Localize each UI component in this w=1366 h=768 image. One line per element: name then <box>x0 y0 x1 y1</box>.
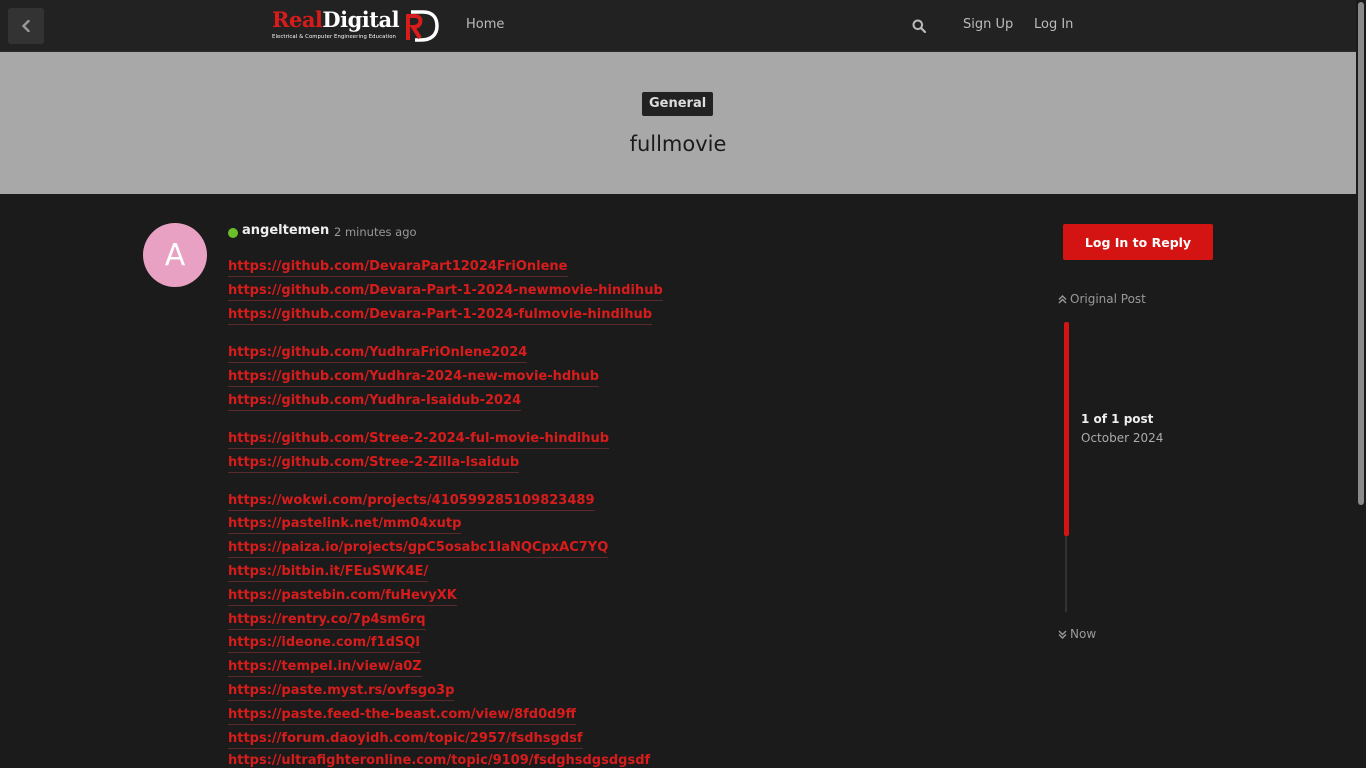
post-link[interactable]: https://github.com/DevaraPart12024FriOnl… <box>228 258 568 277</box>
post-username[interactable]: angeltemen <box>242 223 329 238</box>
online-status-icon <box>228 228 238 238</box>
original-post-link[interactable]: Original Post <box>1058 292 1146 306</box>
search-icon <box>912 19 926 33</box>
double-chevron-up-icon <box>1058 295 1067 304</box>
post-link[interactable]: https://paiza.io/projects/gpC5osabc1IaNQ… <box>228 539 609 558</box>
now-label: Now <box>1070 627 1097 641</box>
post-link[interactable]: https://rentry.co/7p4sm6rq <box>228 611 426 630</box>
post-link[interactable]: https://forum.daoyidh.com/topic/2957/fsd… <box>228 730 583 749</box>
timeline-post-count: 1 of 1 post <box>1081 412 1154 426</box>
login-button[interactable]: Log In <box>1034 17 1073 32</box>
logo-mark-icon <box>406 10 439 42</box>
page-scrollbar[interactable] <box>1356 0 1366 768</box>
timeline-handle[interactable] <box>1064 322 1069 536</box>
avatar[interactable]: A <box>143 223 207 287</box>
post-link[interactable]: https://ultrafighteronline.com/topic/910… <box>228 752 650 768</box>
site-logo[interactable]: RealDigital Electrical & Computer Engine… <box>272 7 440 44</box>
signup-button[interactable]: Sign Up <box>963 17 1013 32</box>
post-link[interactable]: https://github.com/Devara-Part-1-2024-ne… <box>228 282 663 301</box>
topic-banner: General fullmovie <box>0 52 1356 194</box>
category-badge[interactable]: General <box>642 92 714 116</box>
post-link[interactable]: https://paste.myst.rs/ovfsgo3p <box>228 682 455 701</box>
post-link[interactable]: https://github.com/Devara-Part-1-2024-fu… <box>228 306 653 325</box>
post-link[interactable]: https://tempel.in/view/a0Z <box>228 658 422 677</box>
logo-tagline: Electrical & Computer Engineering Educat… <box>272 34 396 40</box>
site-header: RealDigital Electrical & Computer Engine… <box>0 0 1356 52</box>
post-link[interactable]: https://wokwi.com/projects/4105992851098… <box>228 492 595 511</box>
post-link[interactable]: https://ideone.com/f1dSQI <box>228 634 421 653</box>
post-link[interactable]: https://paste.feed-the-beast.com/view/8f… <box>228 706 577 725</box>
double-chevron-down-icon <box>1058 630 1067 639</box>
post-link[interactable]: https://github.com/Yudhra-Isaidub-2024 <box>228 392 522 411</box>
post-link[interactable]: https://pastelink.net/mm04xutp <box>228 515 462 534</box>
post-link[interactable]: https://pastebin.com/fuHevyXK <box>228 587 457 606</box>
post-timestamp[interactable]: 2 minutes ago <box>334 225 417 239</box>
scrollbar-thumb[interactable] <box>1358 2 1364 505</box>
post-link[interactable]: https://github.com/Yudhra-2024-new-movie… <box>228 368 599 387</box>
nav-home-link[interactable]: Home <box>466 17 504 32</box>
chevron-left-icon <box>21 20 30 32</box>
search-button[interactable] <box>905 13 933 39</box>
now-link[interactable]: Now <box>1058 627 1096 641</box>
back-button[interactable] <box>8 8 44 44</box>
topic-title: fullmovie <box>629 132 727 156</box>
login-to-reply-button[interactable]: Log In to Reply <box>1063 224 1213 260</box>
post-link[interactable]: https://bitbin.it/FEuSWK4E/ <box>228 563 429 582</box>
post-link[interactable]: https://github.com/Stree-2-Zilla-Isaidub <box>228 454 520 473</box>
logo-wordmark: RealDigital <box>272 7 400 32</box>
original-post-label: Original Post <box>1070 292 1146 306</box>
timeline-date: October 2024 <box>1081 431 1164 445</box>
post-link[interactable]: https://github.com/YudhraFriOnlene2024 <box>228 344 528 363</box>
post-link[interactable]: https://github.com/Stree-2-2024-ful-movi… <box>228 430 610 449</box>
